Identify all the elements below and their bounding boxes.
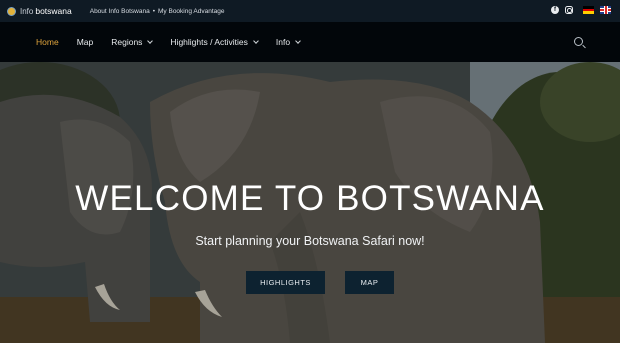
uk-flag-icon[interactable] — [600, 6, 611, 14]
nav-home[interactable]: Home — [36, 37, 59, 47]
link-separator: • — [152, 7, 156, 15]
top-right-icons: f — [551, 6, 611, 15]
facebook-icon[interactable]: f — [551, 6, 559, 14]
map-button[interactable]: MAP — [345, 271, 394, 294]
top-bar: Info botswana About Info Botswana • My B… — [0, 0, 620, 22]
nav-map[interactable]: Map — [77, 37, 94, 47]
nav-info-label: Info — [275, 37, 291, 47]
nav-highlights-label: Highlights / Activities — [170, 37, 248, 47]
nav-regions-label: Regions — [111, 37, 143, 47]
logo-name: botswana — [35, 6, 72, 16]
nav-highlights[interactable]: Highlights / Activities — [170, 37, 259, 47]
hero-subtitle: Start planning your Botswana Safari now! — [195, 234, 425, 248]
hero-title: WELCOME TO BOTSWANA — [75, 179, 545, 218]
booking-advantage-link[interactable]: My Booking Advantage — [158, 8, 225, 15]
nav-info[interactable]: Info — [275, 37, 301, 47]
nav-map-label: Map — [76, 37, 94, 47]
nav-regions[interactable]: Regions — [111, 37, 154, 47]
logo-prefix: Info — [20, 6, 34, 16]
de-flag-icon[interactable] — [583, 6, 594, 15]
chevron-down-icon — [147, 37, 154, 44]
about-link[interactable]: About Info Botswana — [90, 8, 150, 15]
hero-banner: WELCOME TO BOTSWANA Start planning your … — [0, 62, 620, 343]
nav-home-label: Home — [36, 37, 59, 47]
top-links: About Info Botswana • My Booking Advanta… — [90, 8, 225, 15]
site-logo[interactable]: Info botswana — [7, 6, 72, 16]
search-icon[interactable] — [574, 37, 583, 46]
main-nav: Home Map Regions Highlights / Activities… — [0, 22, 620, 62]
chevron-down-icon — [253, 37, 259, 44]
logo-icon — [7, 6, 16, 16]
highlights-button[interactable]: HIGHLIGHTS — [246, 271, 325, 294]
chevron-down-icon — [295, 37, 301, 44]
instagram-icon[interactable] — [565, 6, 573, 14]
